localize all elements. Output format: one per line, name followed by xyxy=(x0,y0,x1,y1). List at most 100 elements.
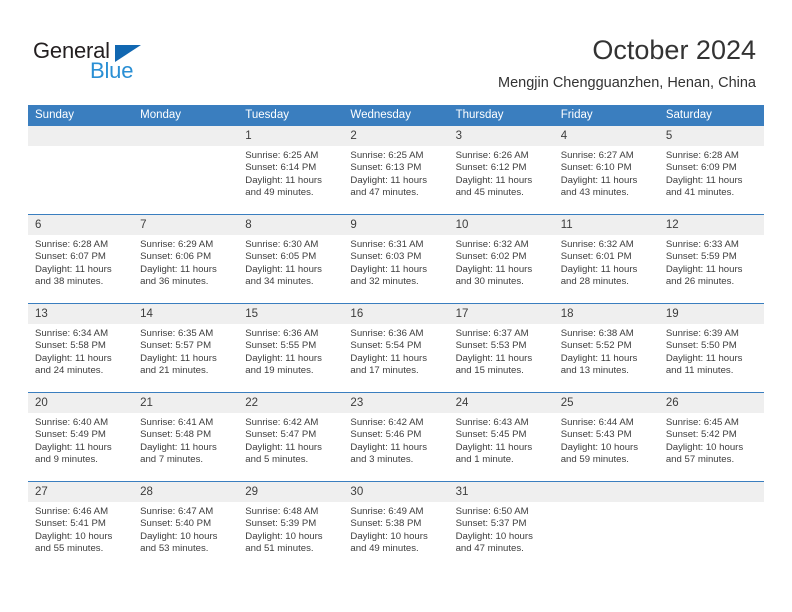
calendar-day-cell[interactable]: 27 Sunrise: 6:46 AM Sunset: 5:41 PM Dayligh… xyxy=(28,481,134,570)
day-header-monday: Monday xyxy=(133,105,239,126)
detail-sunset: Sunset: 6:07 PM xyxy=(35,251,106,263)
detail-daylight2: and 49 minutes. xyxy=(350,543,419,555)
calendar-day-cell[interactable]: 28 Sunrise: 6:47 AM Sunset: 5:40 PM Dayligh… xyxy=(133,481,239,570)
day-number: 18 xyxy=(553,304,659,324)
detail-sunrise: Sunrise: 6:34 AM xyxy=(35,328,109,339)
detail-daylight2: and 34 minutes. xyxy=(245,276,314,288)
day-details: Sunrise: 6:31 AM Sunset: 6:03 PM Daylight:… xyxy=(343,235,448,289)
day-number xyxy=(553,482,659,502)
detail-daylight2: and 1 minute. xyxy=(455,454,514,466)
day-number: 19 xyxy=(658,304,764,324)
title-block: October 2024 Mengjin Chengguanzhen, Hena… xyxy=(498,34,756,93)
detail-sunrise: Sunrise: 6:37 AM xyxy=(455,328,529,339)
day-details: Sunrise: 6:40 AM Sunset: 5:49 PM Daylight:… xyxy=(28,413,133,467)
calendar-day-cell[interactable]: 30 Sunrise: 6:49 AM Sunset: 5:38 PM Dayligh… xyxy=(343,481,449,570)
detail-daylight1: Daylight: 11 hours xyxy=(140,263,217,275)
detail-daylight2: and 11 minutes. xyxy=(665,365,734,377)
day-number: 28 xyxy=(133,482,239,502)
calendar-day-cell[interactable]: 3 Sunrise: 6:26 AM Sunset: 6:12 PM Daylight… xyxy=(448,126,554,215)
day-number xyxy=(28,126,134,146)
day-number: 25 xyxy=(553,393,659,413)
calendar-day-cell-empty xyxy=(28,126,134,215)
day-details: Sunrise: 6:42 AM Sunset: 5:47 PM Daylight:… xyxy=(238,413,343,467)
detail-sunset: Sunset: 5:43 PM xyxy=(560,429,632,441)
calendar-day-cell[interactable]: 31 Sunrise: 6:50 AM Sunset: 5:37 PM Dayligh… xyxy=(448,481,554,570)
calendar-day-cell-empty xyxy=(553,481,659,570)
detail-daylight1: Daylight: 11 hours xyxy=(350,174,428,186)
calendar-day-cell[interactable]: 24 Sunrise: 6:43 AM Sunset: 5:45 PM Dayligh… xyxy=(448,392,554,482)
detail-sunrise: Sunrise: 6:32 AM xyxy=(455,239,529,250)
calendar-day-cell[interactable]: 4 Sunrise: 6:27 AM Sunset: 6:10 PM Daylight… xyxy=(553,126,659,215)
day-details: Sunrise: 6:47 AM Sunset: 5:40 PM Daylight:… xyxy=(133,502,238,556)
calendar-day-cell[interactable]: 10 Sunrise: 6:32 AM Sunset: 6:02 PM Dayligh… xyxy=(448,214,554,304)
day-number: 9 xyxy=(343,215,449,235)
detail-daylight1: Daylight: 11 hours xyxy=(665,352,743,364)
detail-daylight2: and 47 minutes. xyxy=(350,187,419,199)
day-details: Sunrise: 6:30 AM Sunset: 6:05 PM Daylight:… xyxy=(238,235,343,289)
day-number: 24 xyxy=(448,393,554,413)
calendar-day-cell[interactable]: 20 Sunrise: 6:40 AM Sunset: 5:49 PM Dayligh… xyxy=(28,392,134,482)
day-number: 23 xyxy=(343,393,449,413)
calendar-day-cell[interactable]: 26 Sunrise: 6:45 AM Sunset: 5:42 PM Dayligh… xyxy=(658,392,764,482)
calendar-day-cell[interactable]: 14 Sunrise: 6:35 AM Sunset: 5:57 PM Dayligh… xyxy=(133,303,239,393)
detail-daylight1: Daylight: 11 hours xyxy=(350,263,428,275)
detail-sunset: Sunset: 5:59 PM xyxy=(665,251,737,263)
detail-sunrise: Sunrise: 6:30 AM xyxy=(245,239,319,250)
day-number: 4 xyxy=(553,126,659,146)
detail-sunrise: Sunrise: 6:47 AM xyxy=(140,506,214,517)
detail-daylight1: Daylight: 10 hours xyxy=(140,530,218,542)
detail-sunset: Sunset: 5:54 PM xyxy=(350,340,422,352)
detail-sunset: Sunset: 5:57 PM xyxy=(140,340,212,352)
day-details: Sunrise: 6:43 AM Sunset: 5:45 PM Daylight:… xyxy=(449,413,554,467)
calendar-day-cell[interactable]: 12 Sunrise: 6:33 AM Sunset: 5:59 PM Dayligh… xyxy=(658,214,764,304)
day-details: Sunrise: 6:33 AM Sunset: 5:59 PM Daylight:… xyxy=(659,235,764,289)
detail-sunrise: Sunrise: 6:49 AM xyxy=(350,506,424,517)
calendar-day-cell[interactable]: 17 Sunrise: 6:37 AM Sunset: 5:53 PM Dayligh… xyxy=(448,303,554,393)
detail-daylight1: Daylight: 11 hours xyxy=(560,263,638,275)
calendar-day-cell[interactable]: 11 Sunrise: 6:32 AM Sunset: 6:01 PM Dayligh… xyxy=(553,214,659,304)
calendar-day-cell[interactable]: 7 Sunrise: 6:29 AM Sunset: 6:06 PM Daylight… xyxy=(133,214,239,304)
day-details: Sunrise: 6:37 AM Sunset: 5:53 PM Daylight:… xyxy=(449,324,554,378)
detail-daylight2: and 21 minutes. xyxy=(140,365,209,377)
detail-sunrise: Sunrise: 6:46 AM xyxy=(35,506,109,517)
detail-sunset: Sunset: 5:37 PM xyxy=(455,518,527,530)
calendar-day-cell[interactable]: 21 Sunrise: 6:41 AM Sunset: 5:48 PM Dayligh… xyxy=(133,392,239,482)
calendar-day-cell[interactable]: 15 Sunrise: 6:36 AM Sunset: 5:55 PM Dayligh… xyxy=(238,303,344,393)
calendar-week-row: 20 Sunrise: 6:40 AM Sunset: 5:49 PM Dayligh… xyxy=(28,392,764,482)
calendar-day-cell[interactable]: 22 Sunrise: 6:42 AM Sunset: 5:47 PM Dayligh… xyxy=(238,392,344,482)
detail-daylight1: Daylight: 11 hours xyxy=(455,441,533,453)
detail-sunset: Sunset: 5:48 PM xyxy=(140,429,212,441)
detail-daylight1: Daylight: 11 hours xyxy=(455,352,533,364)
detail-sunrise: Sunrise: 6:42 AM xyxy=(350,417,424,428)
detail-daylight1: Daylight: 10 hours xyxy=(245,530,323,542)
day-number: 16 xyxy=(343,304,449,324)
detail-daylight2: and 36 minutes. xyxy=(140,276,209,288)
calendar-day-cell[interactable]: 5 Sunrise: 6:28 AM Sunset: 6:09 PM Daylight… xyxy=(658,126,764,215)
calendar-day-cell[interactable]: 2 Sunrise: 6:25 AM Sunset: 6:13 PM Daylight… xyxy=(343,126,449,215)
day-number xyxy=(133,126,239,146)
calendar-day-cell[interactable]: 18 Sunrise: 6:38 AM Sunset: 5:52 PM Dayligh… xyxy=(553,303,659,393)
calendar-day-cell[interactable]: 8 Sunrise: 6:30 AM Sunset: 6:05 PM Daylight… xyxy=(238,214,344,304)
calendar-week-row: 1 Sunrise: 6:25 AM Sunset: 6:14 PM Daylight… xyxy=(28,126,764,215)
calendar-day-cell[interactable]: 9 Sunrise: 6:31 AM Sunset: 6:03 PM Daylight… xyxy=(343,214,449,304)
calendar-day-cell[interactable]: 1 Sunrise: 6:25 AM Sunset: 6:14 PM Daylight… xyxy=(238,126,344,215)
detail-daylight2: and 49 minutes. xyxy=(245,187,314,199)
day-header-friday: Friday xyxy=(553,105,659,126)
calendar-day-cell[interactable]: 29 Sunrise: 6:48 AM Sunset: 5:39 PM Dayligh… xyxy=(238,481,344,570)
calendar-day-cell[interactable]: 13 Sunrise: 6:34 AM Sunset: 5:58 PM Dayligh… xyxy=(28,303,134,393)
general-blue-logo[interactable]: General Blue xyxy=(33,38,203,84)
calendar-day-cell[interactable]: 6 Sunrise: 6:28 AM Sunset: 6:07 PM Daylight… xyxy=(28,214,134,304)
day-number: 8 xyxy=(238,215,344,235)
calendar-day-cell[interactable]: 19 Sunrise: 6:39 AM Sunset: 5:50 PM Dayligh… xyxy=(658,303,764,393)
detail-sunset: Sunset: 5:53 PM xyxy=(455,340,527,352)
calendar-day-cell[interactable]: 25 Sunrise: 6:44 AM Sunset: 5:43 PM Dayligh… xyxy=(553,392,659,482)
detail-sunrise: Sunrise: 6:39 AM xyxy=(665,328,739,339)
page-title: October 2024 xyxy=(592,35,756,65)
calendar-page: General Blue October 2024 Mengjin Chengg… xyxy=(0,0,792,612)
calendar-day-cell[interactable]: 23 Sunrise: 6:42 AM Sunset: 5:46 PM Dayligh… xyxy=(343,392,449,482)
day-number: 17 xyxy=(448,304,554,324)
calendar-day-cell[interactable]: 16 Sunrise: 6:36 AM Sunset: 5:54 PM Dayligh… xyxy=(343,303,449,393)
detail-daylight1: Daylight: 11 hours xyxy=(245,352,322,364)
detail-sunset: Sunset: 5:47 PM xyxy=(245,429,317,441)
detail-sunset: Sunset: 5:55 PM xyxy=(245,340,317,352)
